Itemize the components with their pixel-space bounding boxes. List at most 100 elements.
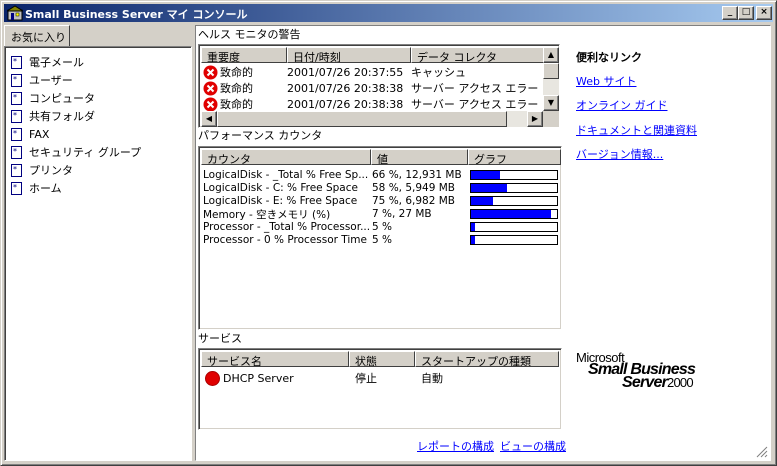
scroll-up-icon[interactable]: ▲	[543, 47, 559, 63]
sidebar-item-fax[interactable]: * FAX	[5, 125, 191, 143]
sidebar-item-label: 電子メール	[29, 56, 84, 69]
performance-header: カウンタ 値 グラフ	[201, 149, 561, 165]
sidebar-item-computers[interactable]: * コンピュータ	[5, 89, 191, 107]
svg-text:*: *	[13, 147, 17, 156]
shortcut-doc-icon: *	[11, 145, 22, 159]
sidebar-item-users[interactable]: * ユーザー	[5, 71, 191, 89]
progress-bar	[470, 235, 558, 245]
health-vscrollbar[interactable]: ▲ ▼	[543, 47, 559, 111]
scroll-thumb[interactable]	[543, 63, 559, 79]
sidebar-item-printers[interactable]: * プリンタ	[5, 161, 191, 179]
logo-server: Server2000	[622, 374, 694, 392]
scroll-thumb[interactable]	[217, 111, 507, 127]
title-bar[interactable]: Small Business Server マイ コンソール _ □ ×	[4, 4, 773, 22]
error-icon	[203, 81, 218, 95]
report-settings-link[interactable]: レポートの構成	[417, 438, 494, 454]
view-settings-link[interactable]: ビューの構成	[500, 438, 566, 454]
sidebar-item-label: FAX	[29, 127, 50, 141]
resize-grip-icon[interactable]	[756, 446, 768, 458]
shortcut-doc-icon: *	[11, 109, 22, 123]
window-title: Small Business Server マイ コンソール	[25, 8, 248, 21]
website-link[interactable]: Web サイト	[576, 73, 636, 89]
table-row[interactable]: DHCP Server 停止 自動	[201, 370, 535, 386]
table-row[interactable]: 致命的 2001/07/26 20:38:38 サーバー アクセス エラー	[201, 80, 539, 96]
scroll-down-icon[interactable]: ▼	[543, 95, 559, 111]
col-severity[interactable]: 重要度	[201, 47, 287, 63]
sidebar-item-label: ホーム	[29, 182, 62, 195]
sidebar-item-security-groups[interactable]: * セキュリティ グループ	[5, 143, 191, 161]
progress-bar	[470, 209, 558, 219]
svg-text:*: *	[13, 183, 17, 192]
useful-links-title: 便利なリンク	[576, 51, 642, 64]
error-icon	[203, 65, 218, 79]
services-list: サービス名 状態 スタートアップの種類 DHCP Server 停止 自動	[198, 348, 562, 430]
progress-bar	[470, 170, 558, 180]
sidebar-item-email[interactable]: * 電子メール	[5, 53, 191, 71]
sidebar-item-label: ユーザー	[29, 74, 73, 87]
close-button[interactable]: ×	[756, 6, 772, 20]
sidebar-item-shared-folders[interactable]: * 共有フォルダ	[5, 107, 191, 125]
startup-cell: 自動	[421, 372, 443, 385]
sidebar-item-label: コンピュータ	[29, 92, 95, 105]
col-service-name[interactable]: サービス名	[201, 351, 349, 367]
tab-favorites[interactable]: お気に入り	[4, 25, 70, 46]
col-counter[interactable]: カウンタ	[201, 149, 371, 165]
collector-cell: キャッシュ	[411, 66, 466, 79]
col-collector[interactable]: データ コレクタ	[411, 47, 545, 63]
svg-text:*: *	[13, 93, 17, 102]
collector-cell: サーバー アクセス エラー	[411, 82, 539, 95]
datetime-cell: 2001/07/26 20:37:55	[287, 65, 404, 79]
state-cell: 停止	[355, 372, 377, 385]
progress-fill	[471, 171, 501, 179]
documents-link[interactable]: ドキュメントと関連資料	[576, 122, 697, 138]
col-graph[interactable]: グラフ	[468, 149, 561, 165]
online-guide-link[interactable]: オンライン ガイド	[576, 97, 668, 113]
health-hscrollbar[interactable]: ◀ ▶	[201, 111, 543, 127]
progress-fill	[471, 197, 493, 205]
progress-bar	[470, 183, 558, 193]
col-value[interactable]: 値	[371, 149, 468, 165]
progress-fill	[471, 236, 476, 244]
sidebar-item-home[interactable]: * ホーム	[5, 179, 191, 197]
version-info-link[interactable]: バージョン情報...	[576, 146, 663, 162]
shortcut-doc-icon: *	[11, 181, 22, 195]
value-cell: 5 %	[372, 234, 392, 246]
health-alerts-list: 重要度 日付/時刻 データ コレクタ 致命的 2001/07/26 20:37:…	[198, 44, 560, 128]
health-monitor-title: ヘルス モニタの警告	[198, 28, 301, 41]
maximize-button[interactable]: □	[738, 6, 754, 20]
svg-text:*: *	[13, 165, 17, 174]
health-header: 重要度 日付/時刻 データ コレクタ	[201, 47, 545, 63]
logo-server-text: Server	[622, 374, 668, 391]
table-row[interactable]: 致命的 2001/07/26 20:38:38 サーバー アクセス エラー	[201, 96, 539, 112]
datetime-cell: 2001/07/26 20:38:38	[287, 97, 404, 111]
error-icon	[203, 97, 218, 111]
col-datetime[interactable]: 日付/時刻	[287, 47, 411, 63]
progress-bar	[470, 196, 558, 206]
performance-list: カウンタ 値 グラフ LogicalDisk - _Total % Free S…	[198, 146, 562, 330]
console-window: Small Business Server マイ コンソール _ □ × お気に…	[0, 0, 777, 466]
scroll-corner	[543, 111, 559, 127]
table-row[interactable]: 致命的 2001/07/26 20:37:55 キャッシュ	[201, 64, 539, 80]
scroll-right-icon[interactable]: ▶	[527, 111, 543, 127]
favorites-sidebar: お気に入り * 電子メール * ユーザー * コンピュータ * 共有フォルダ *…	[4, 25, 192, 461]
col-startup-type[interactable]: スタートアップの種類	[415, 351, 559, 367]
progress-fill	[471, 210, 551, 218]
sidebar-item-label: 共有フォルダ	[29, 110, 95, 123]
scroll-left-icon[interactable]: ◀	[201, 111, 217, 127]
shortcut-doc-icon: *	[11, 127, 22, 141]
progress-fill	[471, 223, 476, 231]
col-state[interactable]: 状態	[349, 351, 415, 367]
shortcut-doc-icon: *	[11, 55, 22, 69]
severity-cell: 致命的	[220, 82, 253, 95]
minimize-button[interactable]: _	[722, 6, 738, 20]
counter-cell: Processor - 0 % Processor Time	[203, 234, 367, 246]
progress-bar	[470, 222, 558, 232]
table-row[interactable]: Processor - 0 % Processor Time 5 %	[201, 232, 558, 248]
svg-text:*: *	[13, 57, 17, 66]
shortcut-doc-icon: *	[11, 163, 22, 177]
main-content: ヘルス モニタの警告 重要度 日付/時刻 データ コレクタ 致命的 2001/0…	[195, 25, 771, 461]
service-name-cell: DHCP Server	[223, 371, 294, 385]
sidebar-item-label: プリンタ	[29, 164, 73, 177]
services-title: サービス	[198, 332, 242, 345]
sbs-logo: Microsoft Small Business Server2000	[576, 350, 736, 394]
